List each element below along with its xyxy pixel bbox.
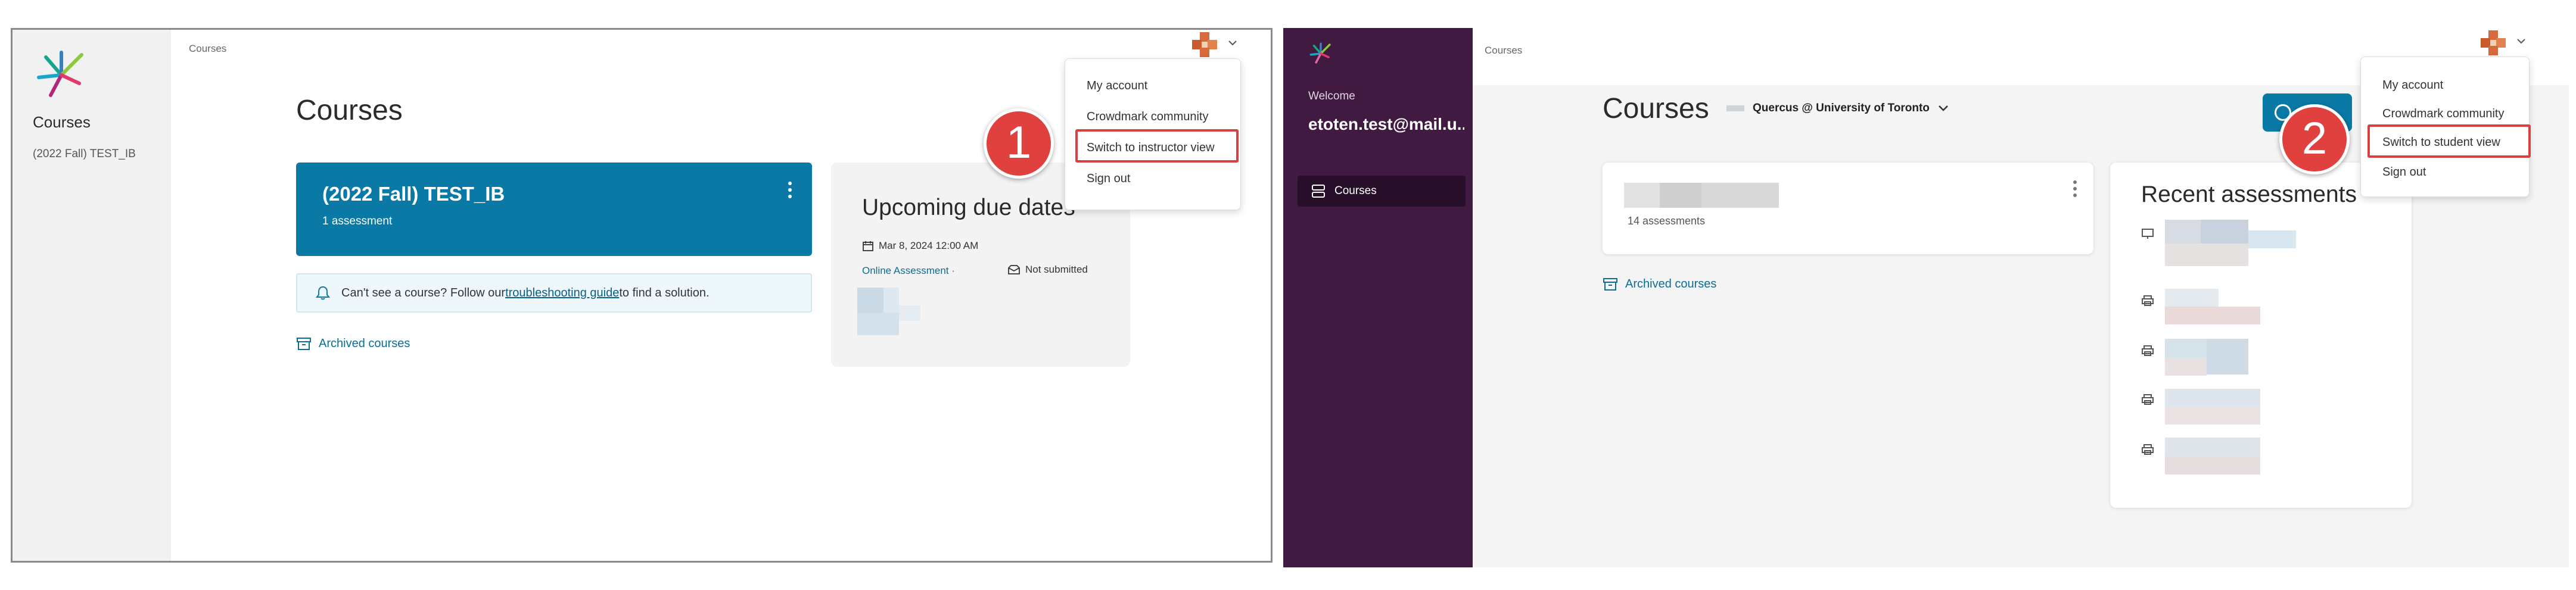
user-email: etoten.test@mail.u... — [1308, 115, 1464, 133]
account-menu-toggle[interactable] — [2478, 28, 2532, 58]
account-menu-toggle[interactable] — [1190, 30, 1243, 60]
page-title: Courses — [1603, 93, 1709, 124]
submission-status: Not submitted — [1007, 264, 1088, 276]
menu-crowdmark-community[interactable]: Crowdmark community — [2382, 107, 2504, 121]
more-options-icon[interactable] — [2073, 180, 2078, 200]
printer-icon — [2142, 345, 2154, 356]
status-text: Not submitted — [1025, 264, 1088, 275]
redacted-block — [2165, 457, 2260, 475]
sidebar: Courses (2022 Fall) TEST_IB — [13, 30, 171, 561]
screenshot-panel-1: Courses (2022 Fall) TEST_IB Courses Cour… — [11, 28, 1273, 563]
redacted-block — [1624, 183, 1660, 208]
redacted-block — [1660, 183, 1701, 208]
archive-icon — [297, 338, 311, 350]
redacted-block — [2165, 358, 2207, 376]
redacted-block — [2165, 220, 2201, 244]
course-card[interactable]: 14 assessments — [1603, 163, 2093, 254]
menu-my-account[interactable]: My account — [1087, 79, 1147, 93]
envelope-icon — [1008, 265, 1020, 274]
crowdmark-logo-icon — [1309, 42, 1331, 64]
sidebar-item-course[interactable]: (2022 Fall) TEST_IB — [33, 148, 136, 161]
sidebar-item-label: Courses — [1334, 185, 1377, 197]
redacted-block — [2165, 244, 2248, 266]
due-title: Upcoming due dates — [862, 195, 1075, 220]
notice-text-after: to find a solution. — [619, 286, 710, 299]
printer-icon — [2142, 295, 2154, 306]
due-date-text: Mar 8, 2024 12:00 AM — [879, 240, 979, 251]
menu-my-account[interactable]: My account — [2382, 79, 2443, 92]
screenshot-panel-2: Welcome etoten.test@mail.u... Courses Co… — [1283, 28, 2569, 567]
course-subtitle: 1 assessment — [322, 215, 393, 227]
breadcrumb[interactable]: Courses — [189, 43, 226, 55]
redacted-block — [857, 288, 883, 313]
recent-assessments-card: Recent assessments — [2110, 163, 2412, 508]
archive-icon — [1603, 278, 1617, 291]
redacted-block — [883, 288, 899, 313]
course-card[interactable]: (2022 Fall) TEST_IB 1 assessment — [296, 163, 812, 256]
redacted-block — [2201, 220, 2248, 244]
due-assessment-link[interactable]: Online Assessment · — [862, 265, 955, 277]
chevron-down-icon — [2517, 39, 2525, 44]
archived-courses-link[interactable]: Archived courses — [296, 336, 410, 351]
menu-crowdmark-community[interactable]: Crowdmark community — [1087, 110, 1208, 124]
step-2-badge: 2 — [2279, 104, 2350, 174]
bell-icon — [316, 286, 330, 300]
avatar-icon — [1192, 32, 1217, 57]
redacted-block — [2207, 339, 2248, 374]
sidebar-title: Courses — [33, 113, 91, 131]
archived-courses-link[interactable]: Archived courses — [1603, 277, 1716, 291]
course-title: (2022 Fall) TEST_IB — [322, 183, 505, 205]
sidebar: Welcome etoten.test@mail.u... Courses — [1283, 28, 1473, 567]
chevron-down-icon — [1228, 40, 1237, 46]
redacted-block — [899, 305, 920, 321]
crowdmark-logo-icon — [37, 51, 83, 97]
troubleshooting-link[interactable]: troubleshooting guide — [505, 286, 619, 300]
redacted-block — [2165, 389, 2260, 407]
chevron-down-icon — [1938, 105, 1948, 111]
organization-name: Quercus @ University of Toronto — [1753, 102, 1930, 114]
redacted-block — [2165, 438, 2260, 457]
menu-sign-out[interactable]: Sign out — [1087, 172, 1130, 186]
menu-sign-out[interactable]: Sign out — [2382, 166, 2426, 179]
highlight-box — [2367, 124, 2531, 158]
redacted-block — [2165, 289, 2219, 307]
step-1-badge: 1 — [984, 108, 1054, 179]
monitor-icon — [2142, 229, 2154, 239]
page-title: Courses — [296, 95, 403, 126]
course-subtitle: 14 assessments — [1628, 215, 1706, 227]
redacted-block — [2165, 339, 2207, 358]
redacted-block — [2248, 230, 2296, 248]
redacted-block — [2165, 307, 2260, 324]
courses-icon — [1312, 185, 1325, 198]
highlight-box — [1075, 129, 1239, 163]
sidebar-item-courses[interactable]: Courses — [1298, 176, 1466, 207]
printer-icon — [2142, 394, 2154, 405]
course-help-notice: Can't see a course? Follow our troublesh… — [296, 273, 812, 313]
breadcrumb[interactable]: Courses — [1485, 45, 1522, 57]
welcome-label: Welcome — [1308, 90, 1355, 102]
redacted-block — [857, 313, 899, 335]
redacted-block — [2165, 407, 2260, 424]
redacted-block — [1701, 183, 1779, 208]
more-options-icon[interactable] — [788, 182, 793, 201]
org-logo — [1726, 105, 1744, 111]
notice-text-before: Can't see a course? Follow our — [341, 286, 506, 299]
archived-courses-label: Archived courses — [1625, 277, 1717, 291]
due-date: Mar 8, 2024 12:00 AM — [862, 240, 978, 252]
recent-title: Recent assessments — [2141, 182, 2357, 207]
avatar-icon — [2481, 30, 2506, 55]
organization-selector[interactable]: Quercus @ University of Toronto — [1726, 102, 1949, 115]
calendar-icon — [863, 241, 873, 251]
printer-icon — [2142, 444, 2154, 455]
archived-courses-label: Archived courses — [319, 336, 410, 350]
